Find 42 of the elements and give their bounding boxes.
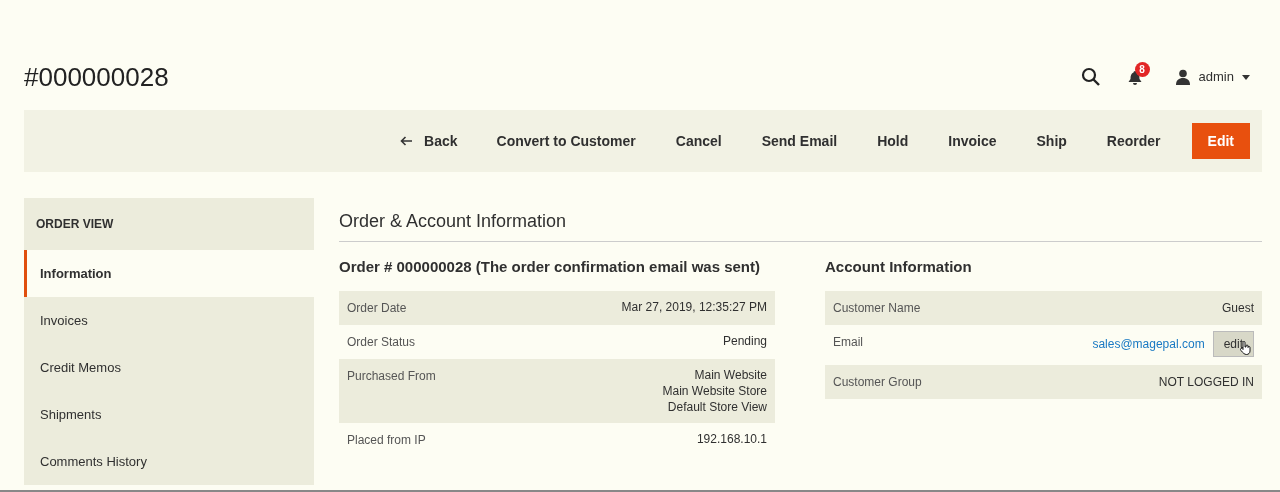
- toolbar-button[interactable]: Convert to Customer: [477, 123, 655, 159]
- toolbar-button[interactable]: Hold: [858, 123, 928, 159]
- row-value: Main Website Store: [662, 382, 767, 399]
- notification-badge: 8: [1134, 62, 1150, 77]
- order-title: Order # 000000028 (The order confirmation email was sent): [339, 257, 761, 277]
- user-menu[interactable]: admin: [1174, 67, 1250, 87]
- row-label: Customer Group: [833, 373, 922, 391]
- account-title: Account Information: [825, 257, 973, 277]
- sidebar-tab[interactable]: Invoices: [24, 297, 314, 344]
- page-title: #000000028: [24, 60, 169, 94]
- back-button[interactable]: Back: [382, 123, 476, 159]
- row-value: NOT LOGGED IN: [1158, 373, 1254, 391]
- row-label: Purchased From: [347, 367, 436, 385]
- row-value: Mar 27, 2019, 12:35:27 PM: [621, 298, 767, 315]
- row-value: Main Website: [694, 366, 767, 383]
- toolbar-button[interactable]: Send Email: [742, 123, 857, 159]
- toolbar-button[interactable]: Cancel: [656, 123, 741, 159]
- sidebar-title: ORDER VIEW: [36, 216, 114, 233]
- row-label: Placed from IP: [347, 431, 426, 449]
- caret-icon: [1242, 74, 1250, 80]
- search-icon[interactable]: [1080, 67, 1101, 87]
- row-label: Customer Name: [833, 299, 921, 317]
- toolbar-button[interactable]: Reorder: [1087, 123, 1180, 159]
- row-label: Email: [833, 333, 863, 351]
- row-label: Order Status: [347, 333, 416, 351]
- user-icon: [1174, 69, 1191, 85]
- email-link[interactable]: sales@magepal.com: [1092, 334, 1205, 353]
- section-title: Order & Account Information: [339, 208, 1262, 242]
- edit-email-button[interactable]: edit: [1212, 330, 1254, 357]
- sidebar-tab[interactable]: Comments History: [24, 438, 314, 485]
- row-value: 192.168.10.1: [696, 430, 767, 447]
- edit-button[interactable]: Edit: [1191, 123, 1250, 159]
- row-value: Guest: [1222, 299, 1254, 317]
- row-value: Pending: [722, 332, 767, 349]
- arrow-left-icon: [400, 136, 413, 146]
- toolbar-button[interactable]: Ship: [1017, 123, 1086, 159]
- sidebar-tab[interactable]: Shipments: [24, 391, 314, 438]
- sidebar-tab[interactable]: Credit Memos: [24, 344, 314, 391]
- row-label: Order Date: [347, 299, 407, 317]
- toolbar-button[interactable]: Invoice: [929, 123, 1016, 159]
- row-value: Default Store View: [667, 398, 767, 415]
- sidebar-tab[interactable]: Information: [24, 250, 314, 297]
